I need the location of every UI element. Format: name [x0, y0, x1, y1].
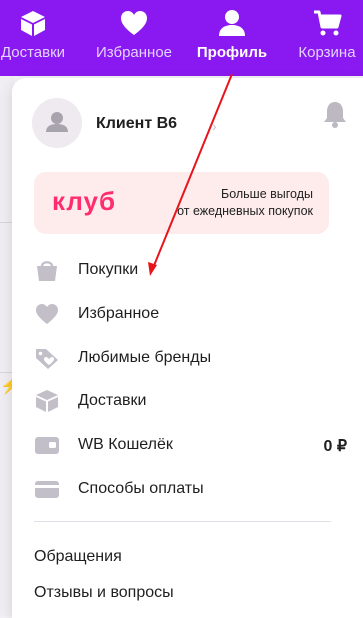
- menu-item-payment-methods[interactable]: Способы оплаты: [34, 469, 347, 509]
- menu-item-label: Избранное: [78, 305, 160, 322]
- menu-item-label: Покупки: [78, 261, 139, 278]
- person-icon: [46, 112, 68, 132]
- box-icon: [36, 390, 58, 412]
- menu-item-label: WB Кошелёк: [78, 436, 173, 453]
- nav-label: Доставки: [0, 44, 66, 61]
- chevron-right-icon: ›: [212, 118, 217, 134]
- cart-icon: [314, 10, 342, 36]
- tag-heart-icon: [36, 349, 58, 369]
- avatar: [32, 98, 82, 148]
- club-banner[interactable]: клуб Больше выгоды от ежедневных покупок: [34, 172, 329, 234]
- wallet-balance: 0 ₽: [323, 438, 347, 455]
- menu-item-label: Доставки: [78, 392, 147, 409]
- divider: [34, 521, 331, 522]
- person-icon: [219, 10, 245, 36]
- profile-name: Клиент В6: [96, 115, 178, 132]
- heart-icon: [36, 304, 58, 324]
- profile-dropdown-panel: Клиент В6 › клуб Больше выгоды от ежедне…: [12, 78, 363, 618]
- nav-item-deliveries[interactable]: Доставки: [0, 8, 74, 68]
- profile-header[interactable]: Клиент В6 ›: [32, 98, 347, 152]
- top-navigation-bar: Доставки Избранное Профиль Корзина: [0, 0, 363, 76]
- nav-item-favorites[interactable]: Избранное: [88, 8, 180, 68]
- box-icon: [21, 11, 45, 36]
- nav-label: Профиль: [196, 44, 268, 61]
- club-line-2: от ежедневных покупок: [177, 204, 313, 218]
- nav-label: Корзина: [298, 44, 356, 61]
- nav-item-cart[interactable]: Корзина: [286, 8, 363, 68]
- link-appeals[interactable]: Обращения: [34, 548, 122, 566]
- link-reviews-questions[interactable]: Отзывы и вопросы: [34, 584, 174, 602]
- nav-label: Избранное: [95, 44, 173, 61]
- menu-item-purchases[interactable]: Покупки: [34, 250, 347, 290]
- menu-item-deliveries[interactable]: Доставки: [34, 381, 347, 421]
- menu-item-favorite-brands[interactable]: Любимые бренды: [34, 338, 347, 378]
- bell-icon[interactable]: [323, 100, 347, 128]
- wallet-icon: [35, 437, 59, 454]
- menu-item-label: Способы оплаты: [78, 480, 204, 497]
- club-logo: клуб: [52, 186, 117, 216]
- club-line-1: Больше выгоды: [220, 187, 313, 201]
- nav-item-profile[interactable]: Профиль: [192, 8, 272, 68]
- menu-item-favorites[interactable]: Избранное: [34, 294, 347, 334]
- card-icon: [35, 481, 59, 498]
- heart-icon: [121, 11, 147, 35]
- bag-icon: [37, 261, 57, 281]
- club-description: Больше выгоды от ежедневных покупок: [177, 186, 313, 220]
- menu-item-wallet[interactable]: WB Кошелёк 0 ₽: [34, 425, 347, 465]
- menu-item-label: Любимые бренды: [78, 349, 212, 366]
